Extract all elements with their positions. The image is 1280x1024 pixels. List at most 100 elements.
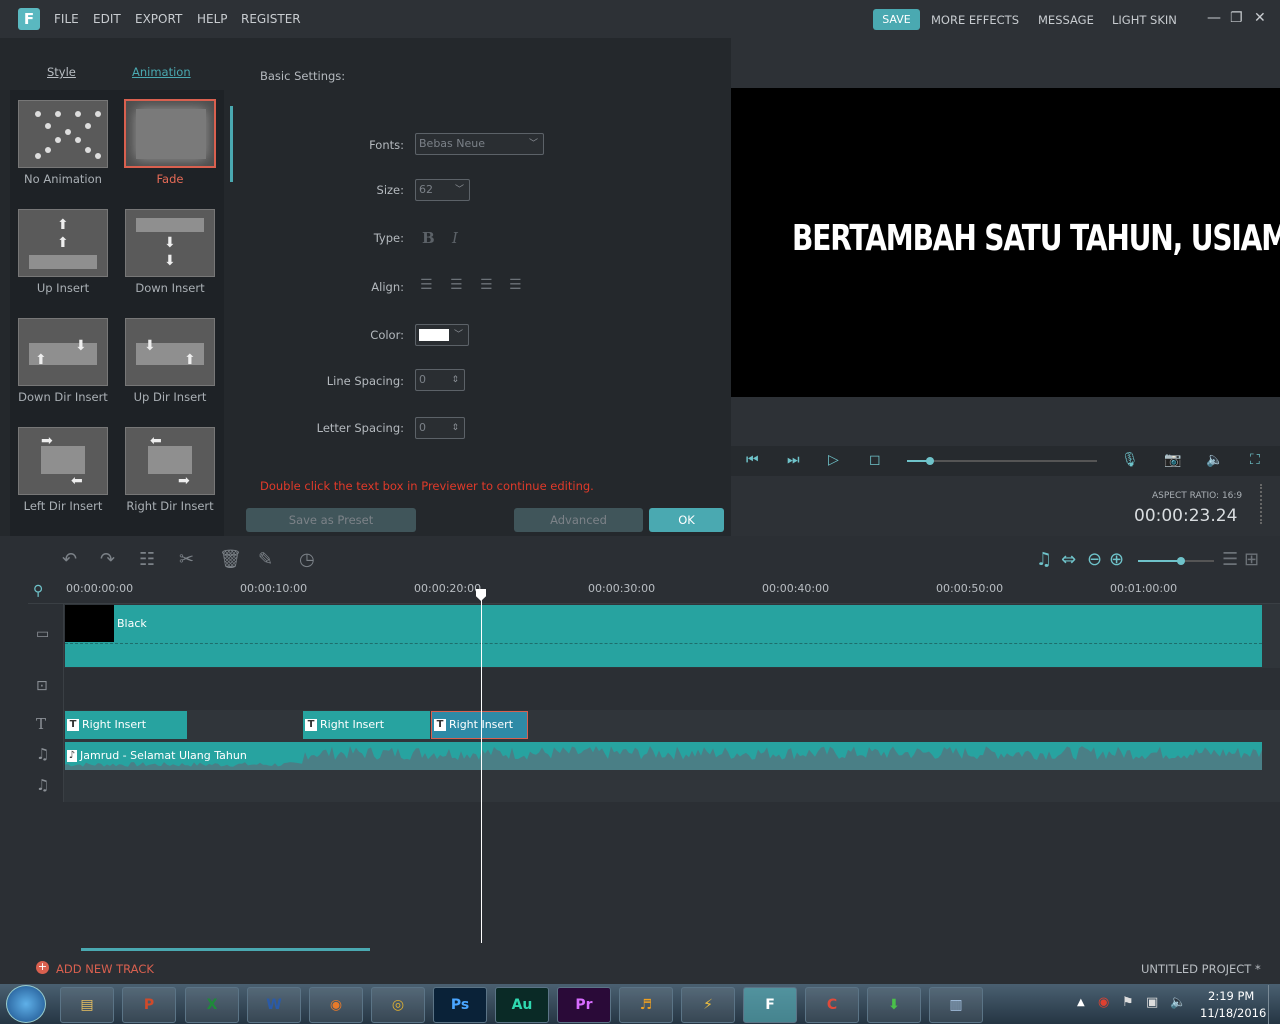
stop-icon[interactable]: ◻ [869, 452, 881, 468]
preview-progress-track[interactable] [907, 457, 1097, 465]
tray-app-icon[interactable]: ◉ [1098, 995, 1109, 1010]
text-track[interactable] [64, 710, 1280, 741]
minimize-icon[interactable]: — [1207, 10, 1221, 26]
speaker-icon[interactable]: 🔈 [1170, 995, 1186, 1010]
align-right-icon[interactable]: ☰ [480, 277, 493, 293]
stepper-arrows-icon[interactable]: ⇕ [451, 370, 459, 390]
zoom-in-icon[interactable]: ⊕ [1109, 549, 1124, 570]
animation-scrollbar[interactable] [230, 106, 233, 182]
ok-button[interactable]: OK [649, 508, 724, 532]
fit-timeline-icon[interactable]: ⇔ [1061, 549, 1076, 570]
close-icon[interactable]: ✕ [1254, 10, 1266, 26]
text-clip[interactable]: T Right Insert [65, 711, 187, 739]
advanced-button[interactable]: Advanced [514, 508, 643, 532]
line-spacing-stepper[interactable]: 0 ⇕ [415, 369, 465, 391]
camera-icon[interactable]: 📷 [1164, 452, 1181, 468]
anim-thumb-left-dir-insert[interactable]: ➡ ⬅ [18, 427, 108, 495]
zoom-out-icon[interactable]: ⊖ [1087, 549, 1102, 570]
audio-mixer-icon[interactable]: ♫ [1036, 549, 1052, 570]
filmora-icon[interactable]: F [743, 987, 797, 1023]
menu-file[interactable]: FILE [54, 12, 79, 26]
start-button[interactable] [6, 985, 46, 1023]
audio-clip[interactable]: ♪ Jamrud - Selamat Ulang Tahun [65, 742, 1262, 770]
resize-grip[interactable] [1260, 484, 1263, 524]
anim-thumb-up-dir-insert[interactable]: ⬇ ⬆ [125, 318, 215, 386]
anim-thumb-down-dir-insert[interactable]: ⬆ ⬇ [18, 318, 108, 386]
menu-help[interactable]: HELP [197, 12, 228, 26]
show-desktop-button[interactable] [1268, 985, 1280, 1024]
image-track[interactable] [64, 668, 1280, 710]
action-center-icon[interactable]: ⚑ [1122, 995, 1134, 1010]
tab-animation[interactable]: Animation [132, 65, 191, 79]
firefox-icon[interactable]: ◉ [309, 987, 363, 1023]
cut-icon[interactable]: ✂ [179, 549, 194, 570]
audio-track-2[interactable] [64, 771, 1280, 802]
word-icon[interactable]: W [247, 987, 301, 1023]
color-picker[interactable]: ﹀ [415, 324, 469, 346]
undo-icon[interactable]: ↶ [62, 549, 77, 570]
italic-button[interactable]: I [452, 229, 458, 247]
chrome-icon[interactable]: ◎ [371, 987, 425, 1023]
idm-icon[interactable]: ⬇ [867, 987, 921, 1023]
message-link[interactable]: MESSAGE [1038, 13, 1094, 27]
play-icon[interactable]: ▷ [828, 452, 839, 468]
menu-edit[interactable]: EDIT [93, 12, 121, 26]
bold-button[interactable]: B [422, 229, 435, 247]
anim-thumb-no-animation[interactable] [18, 100, 108, 168]
menu-register[interactable]: REGISTER [241, 12, 301, 26]
letter-spacing-stepper[interactable]: 0 ⇕ [415, 417, 465, 439]
tray-expand-icon[interactable]: ▲ [1077, 997, 1085, 1008]
notepad-icon[interactable]: ▥ [929, 987, 983, 1023]
volume-icon[interactable]: 🔈 [1206, 452, 1223, 468]
grid-view-icon[interactable]: ⊞ [1244, 549, 1259, 570]
excel-icon[interactable]: X [185, 987, 239, 1023]
edit-icon[interactable]: ✎ [258, 549, 273, 570]
skip-back-icon[interactable]: ⏮ [746, 452, 759, 468]
step-forward-icon[interactable]: ⏭ [787, 452, 800, 468]
zoom-handle[interactable] [1177, 557, 1185, 565]
stepper-arrows-icon[interactable]: ⇕ [451, 418, 459, 438]
maximize-icon[interactable]: ❐ [1230, 10, 1243, 26]
menu-export[interactable]: EXPORT [135, 12, 182, 26]
fullscreen-icon[interactable]: ⛶ [1250, 452, 1260, 468]
audition-icon[interactable]: Au [495, 987, 549, 1023]
music-app-icon[interactable]: ♬ [619, 987, 673, 1023]
ccleaner-icon[interactable]: C [805, 987, 859, 1023]
clock-time[interactable]: 2:19 PM [1208, 989, 1254, 1003]
microphone-icon[interactable]: 🎙 [1121, 452, 1139, 468]
align-center-icon[interactable]: ☰ [450, 277, 463, 293]
explorer-icon[interactable]: ▤ [60, 987, 114, 1023]
list-view-icon[interactable]: ☰ [1222, 549, 1238, 570]
anim-thumb-right-dir-insert[interactable]: ⬅ ➡ [125, 427, 215, 495]
playhead[interactable] [481, 590, 482, 943]
add-new-track-button[interactable]: ADD NEW TRACK [56, 962, 154, 976]
anim-thumb-fade[interactable] [124, 99, 216, 168]
save-as-preset-button[interactable]: Save as Preset [246, 508, 416, 532]
powerpoint-icon[interactable]: P [122, 987, 176, 1023]
preview-text[interactable]: BERTAMBAH SATU TAHUN, USIAMU, [792, 218, 1280, 259]
zoom-slider[interactable] [1138, 557, 1214, 565]
winamp-icon[interactable]: ⚡ [681, 987, 735, 1023]
text-clip[interactable]: T Right Insert [303, 711, 430, 739]
anim-thumb-down-insert[interactable]: ⬇ ⬇ [125, 209, 215, 277]
photoshop-icon[interactable]: Ps [433, 987, 487, 1023]
adjust-icon[interactable]: ☷ [139, 549, 155, 570]
more-effects-link[interactable]: MORE EFFECTS [931, 13, 1019, 27]
align-justify-icon[interactable]: ☰ [509, 277, 522, 293]
size-select[interactable]: 62 ﹀ [415, 179, 470, 201]
light-skin-link[interactable]: LIGHT SKIN [1112, 13, 1177, 27]
align-left-icon[interactable]: ☰ [420, 277, 433, 293]
tab-style[interactable]: Style [47, 65, 76, 79]
redo-icon[interactable]: ↷ [100, 549, 115, 570]
timeline-scrollbar[interactable] [81, 948, 370, 951]
text-clip-selected[interactable]: T Right Insert [431, 711, 528, 739]
delete-icon[interactable]: 🗑 [219, 549, 242, 570]
add-track-icon[interactable]: + [36, 961, 49, 974]
font-select[interactable]: Bebas Neue ﹀ [415, 133, 544, 155]
clock-icon[interactable]: ◷ [299, 549, 315, 570]
preview-progress-handle[interactable] [925, 457, 934, 465]
video-clip[interactable]: Black [65, 605, 1262, 667]
anim-thumb-up-insert[interactable]: ⬆ ⬆ [18, 209, 108, 277]
clock-date[interactable]: 11/18/2016 [1200, 1006, 1266, 1020]
network-icon[interactable]: ▣ [1146, 995, 1158, 1010]
